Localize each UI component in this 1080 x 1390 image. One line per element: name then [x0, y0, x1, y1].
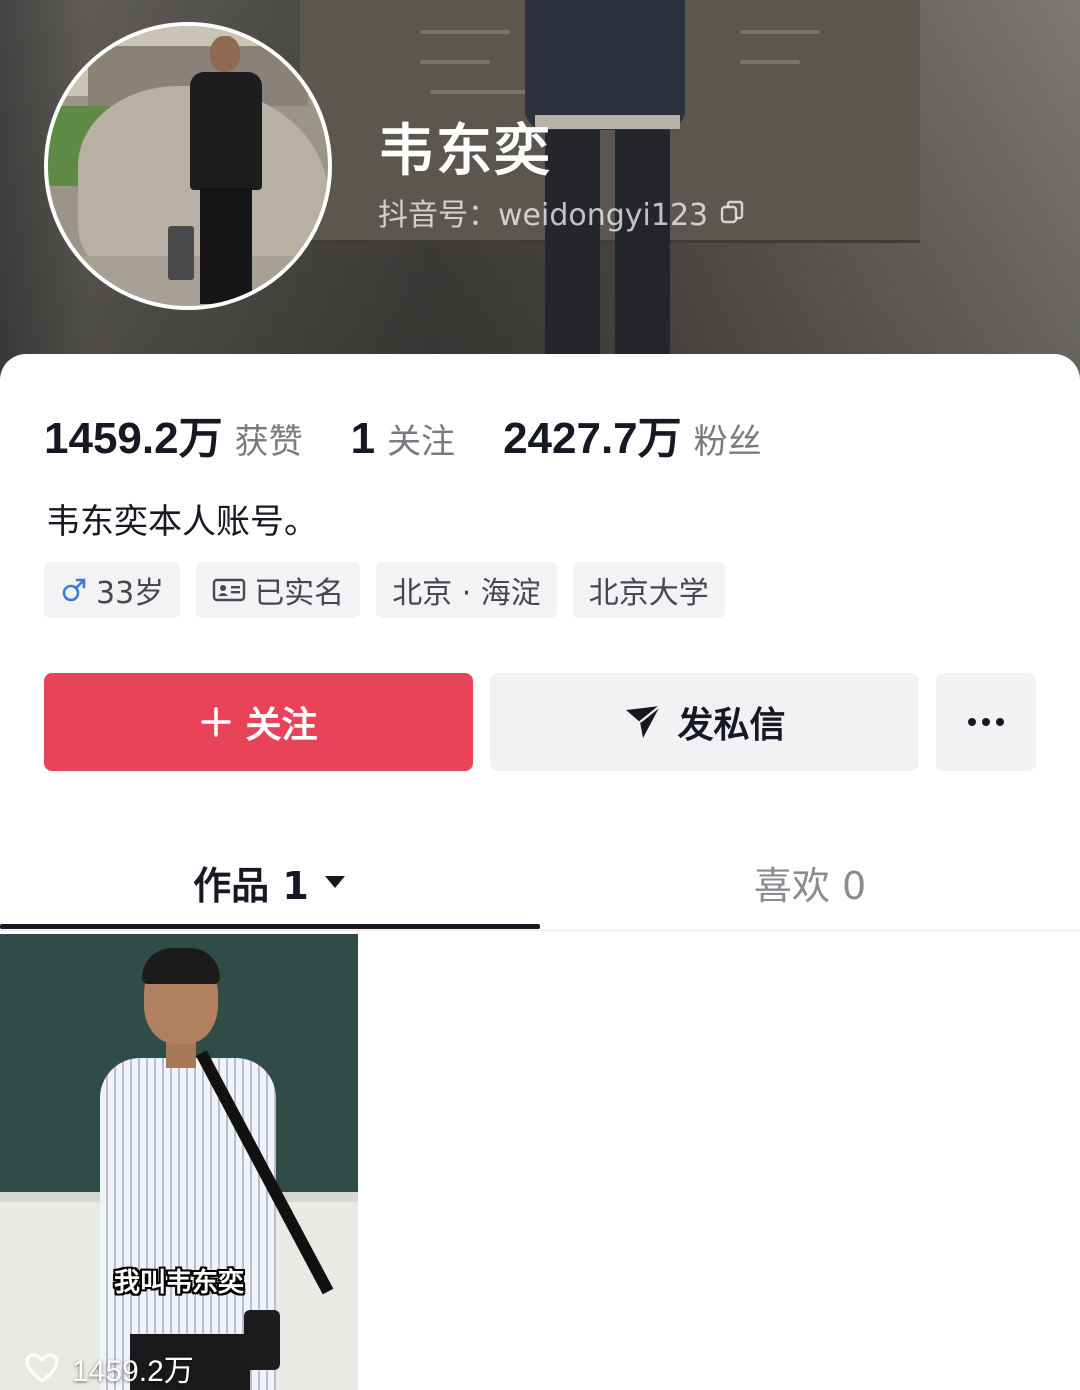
profile-card: 1459.2万 获赞 1 关注 2427.7万 粉丝 韦东奕本人账号。 33岁	[0, 354, 1080, 1390]
likes-count: 1459.2万	[44, 414, 223, 463]
heart-icon	[25, 1353, 59, 1383]
male-icon	[62, 578, 86, 602]
video-caption: 我叫韦东奕	[113, 1268, 244, 1298]
paper-plane-icon	[626, 705, 662, 738]
caret-down-icon	[324, 876, 345, 888]
more-button[interactable]	[936, 673, 1036, 771]
follow-label: 关注	[245, 705, 318, 746]
tag-location-label: 北京 · 海淀	[392, 576, 541, 611]
id-card-icon	[212, 578, 246, 602]
plus-icon	[201, 707, 232, 737]
tags-row: 33岁 已实名 北京 · 海淀 北京大学	[44, 562, 725, 618]
following-count: 1	[350, 414, 376, 463]
profile-page: 韦东奕 抖音号：weidongyi123 1459.2万 获赞 1 关注 242…	[0, 0, 1080, 1390]
video-likes-count: 1459.2万	[72, 1355, 194, 1388]
tag-school-label: 北京大学	[588, 576, 709, 611]
stat-following[interactable]: 1 关注	[351, 414, 455, 464]
tab-likes-label: 喜欢 0	[753, 863, 867, 908]
tag-age: 33岁	[44, 562, 181, 618]
tag-verified[interactable]: 已实名	[196, 562, 361, 618]
copy-icon[interactable]	[718, 198, 746, 226]
video-likes: 1459.2万	[24, 1346, 194, 1390]
follow-button[interactable]: 关注	[44, 673, 473, 771]
stat-likes[interactable]: 1459.2万 获赞	[44, 402, 303, 466]
following-label: 关注	[387, 422, 456, 462]
followers-count: 2427.7万	[503, 414, 682, 463]
likes-label: 获赞	[234, 422, 303, 462]
tab-works-label: 作品 1	[193, 863, 309, 908]
send-message-button[interactable]: 发私信	[490, 673, 919, 771]
bio: 韦东奕本人账号。	[46, 502, 318, 542]
video-thumbnail[interactable]: 我叫韦东奕 1459.2万	[0, 934, 358, 1390]
followers-label: 粉丝	[693, 422, 762, 462]
tab-likes[interactable]: 喜欢 0	[540, 834, 1080, 930]
tag-school[interactable]: 北京大学	[572, 562, 725, 618]
stats-row: 1459.2万 获赞 1 关注 2427.7万 粉丝	[44, 402, 810, 466]
tag-age-label: 33岁	[96, 576, 165, 611]
nickname: 韦东奕	[378, 119, 552, 184]
douyin-id: 抖音号：weidongyi123	[378, 198, 709, 233]
avatar[interactable]	[44, 22, 332, 310]
profile-tabs: 作品 1 喜欢 0	[0, 834, 1080, 931]
more-dots-icon	[968, 718, 1004, 726]
douyin-id-row[interactable]: 抖音号：weidongyi123	[378, 190, 746, 234]
tag-verified-label: 已实名	[254, 576, 345, 611]
stat-followers[interactable]: 2427.7万 粉丝	[503, 402, 762, 466]
tag-location[interactable]: 北京 · 海淀	[376, 562, 557, 618]
tab-works[interactable]: 作品 1	[0, 834, 540, 930]
tab-underline	[0, 924, 540, 929]
send-message-label: 发私信	[677, 705, 786, 746]
